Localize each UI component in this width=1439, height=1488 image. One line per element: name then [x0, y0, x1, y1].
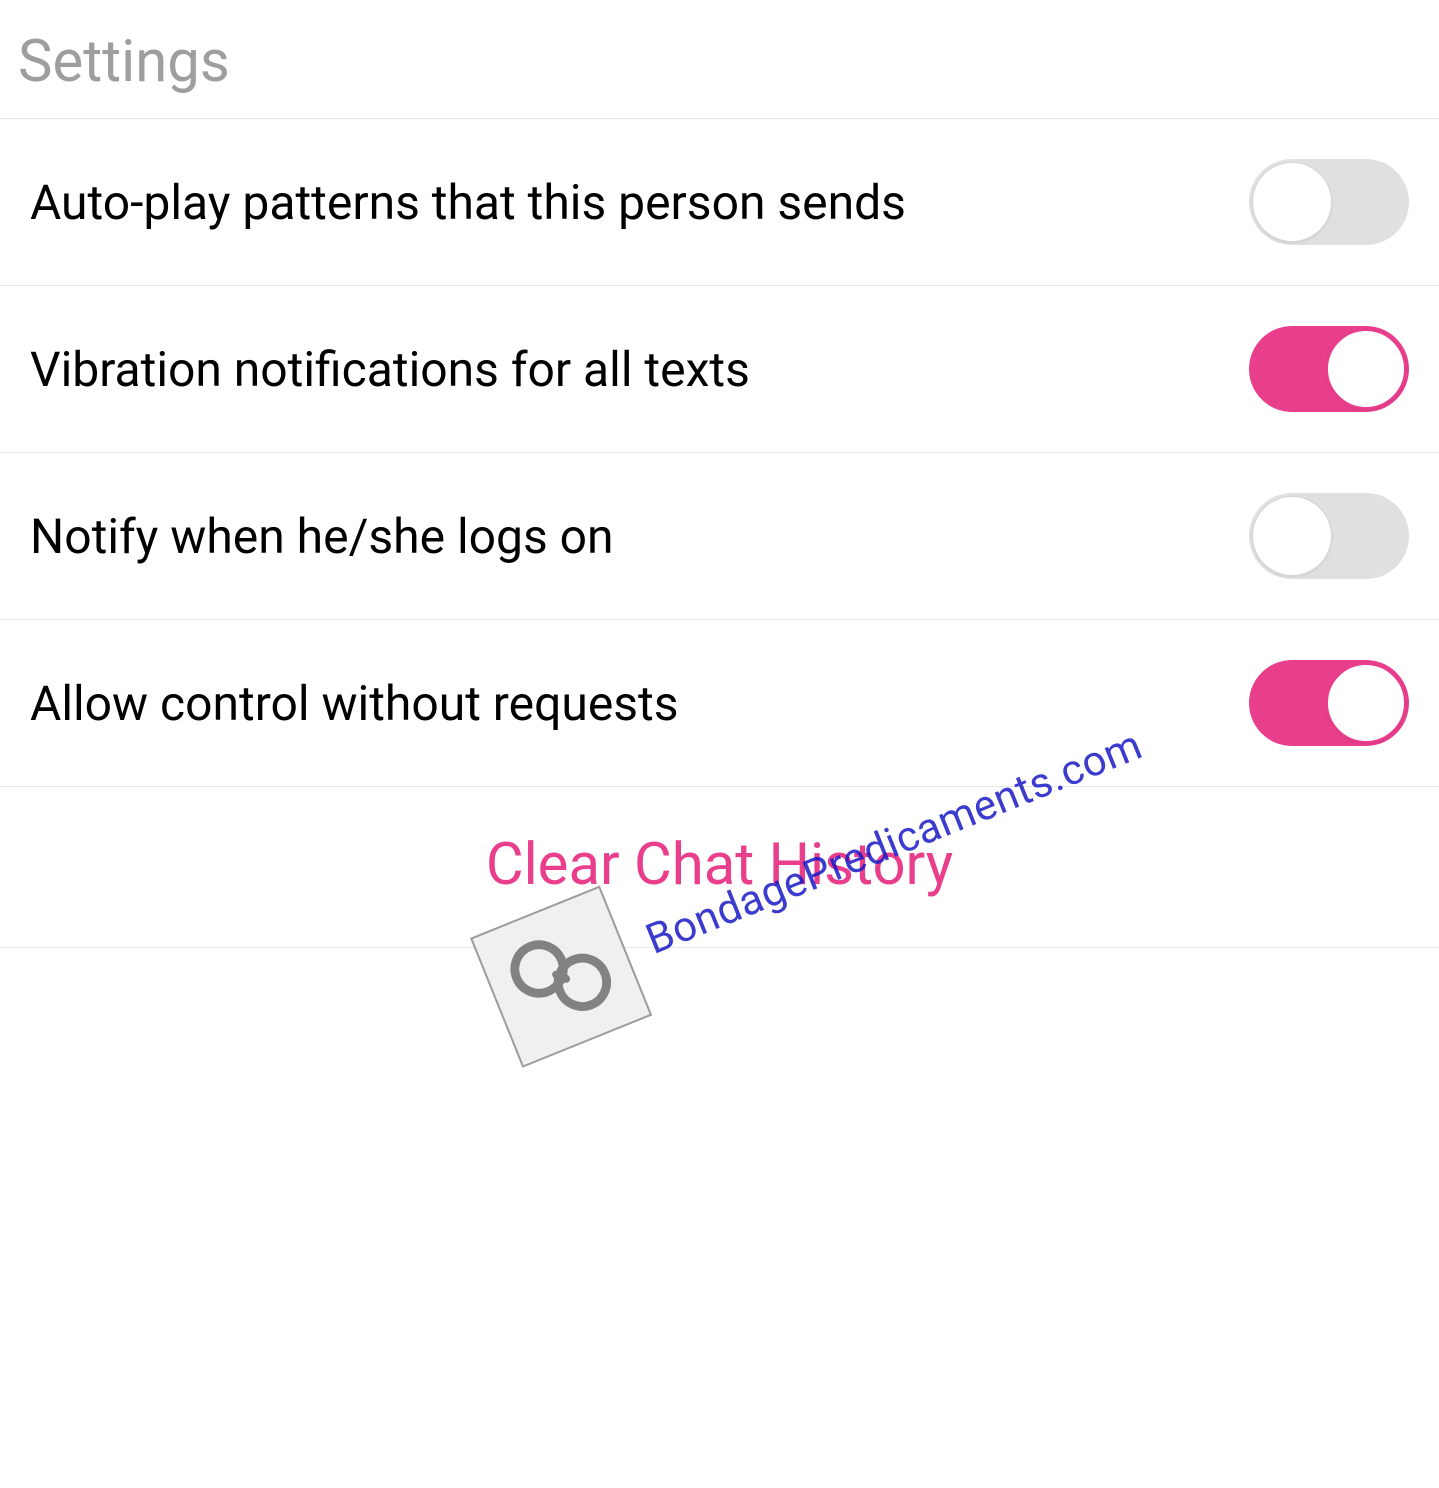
toggle-auto-play[interactable] [1249, 159, 1409, 245]
setting-label: Vibration notifications for all texts [30, 341, 1249, 398]
setting-row-allow-control: Allow control without requests [0, 620, 1439, 787]
toggle-thumb [1252, 496, 1332, 576]
setting-row-vibration-notify: Vibration notifications for all texts [0, 286, 1439, 453]
setting-label: Auto-play patterns that this person send… [30, 174, 1249, 231]
clear-chat-row: Clear Chat History [0, 787, 1439, 948]
toggle-thumb [1326, 663, 1406, 743]
setting-row-auto-play: Auto-play patterns that this person send… [0, 119, 1439, 286]
spacer [0, 1368, 1439, 1488]
toggle-vibration-notify[interactable] [1249, 326, 1409, 412]
toggle-thumb [1326, 329, 1406, 409]
watermark: BondagePredicaments.com [0, 948, 1439, 1368]
toggle-allow-control[interactable] [1249, 660, 1409, 746]
setting-label: Notify when he/she logs on [30, 508, 1249, 565]
setting-row-notify-logon: Notify when he/she logs on [0, 453, 1439, 620]
page-title: Settings [0, 0, 1439, 119]
clear-chat-history-button[interactable]: Clear Chat History [486, 831, 953, 899]
toggle-thumb [1252, 162, 1332, 242]
setting-label: Allow control without requests [30, 675, 1249, 732]
toggle-notify-logon[interactable] [1249, 493, 1409, 579]
